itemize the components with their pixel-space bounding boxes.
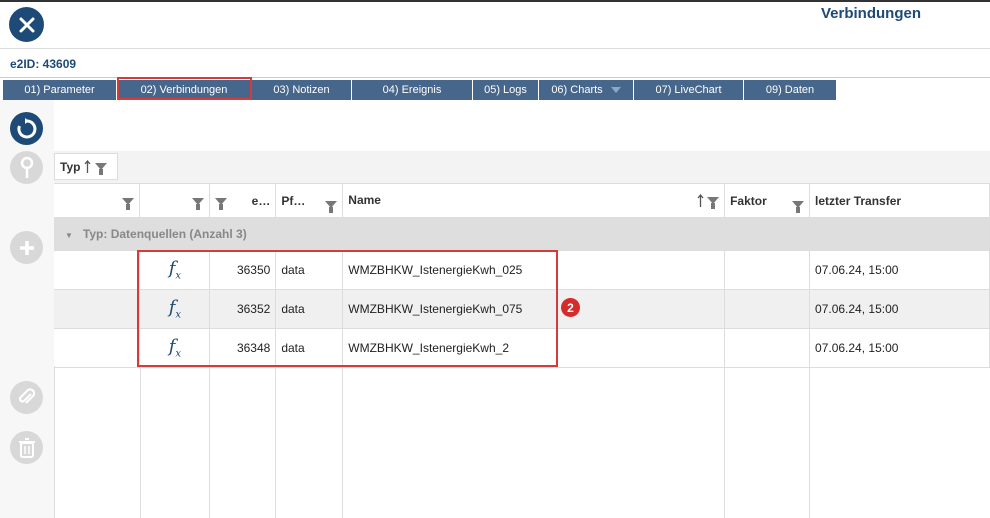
trash-icon bbox=[18, 437, 35, 458]
paperclip-icon bbox=[18, 387, 35, 404]
tab-label: 01) Parameter bbox=[24, 84, 95, 96]
tab-label: 03) Notizen bbox=[273, 84, 330, 96]
column-filler bbox=[343, 366, 725, 518]
tab-livechart[interactable]: 07) LiveChart bbox=[634, 80, 744, 100]
table-cell-transfer: 07.06.24, 15:00 bbox=[809, 289, 990, 329]
tab-logs[interactable]: 05) Logs bbox=[473, 80, 539, 100]
filter-icon[interactable] bbox=[95, 163, 108, 175]
tab-charts[interactable]: 06) Charts bbox=[539, 80, 634, 100]
plus-icon bbox=[19, 240, 34, 255]
column-header-transfer[interactable]: letzter Transfer bbox=[809, 183, 990, 218]
header-controls bbox=[697, 193, 720, 210]
group-by-panel: Typ bbox=[54, 151, 990, 183]
table-cell-faktor bbox=[724, 289, 811, 329]
divider bbox=[0, 48, 990, 49]
attach-button[interactable] bbox=[10, 381, 43, 414]
column-filler bbox=[210, 366, 276, 518]
column-header-name[interactable]: Name bbox=[342, 183, 726, 218]
column-header[interactable] bbox=[54, 183, 141, 218]
group-row-label: Typ: Datenquellen (Anzahl 3) bbox=[82, 227, 247, 241]
tab-label: 04) Ereignis bbox=[382, 84, 442, 96]
pin-button[interactable] bbox=[10, 151, 43, 184]
column-header-pf[interactable]: Pf… bbox=[275, 183, 344, 218]
column-header-label: letzter Transfer bbox=[815, 193, 902, 208]
column-header-label: e… bbox=[251, 193, 271, 208]
filter-icon[interactable] bbox=[707, 197, 720, 210]
column-filler bbox=[140, 366, 210, 518]
group-tag-label: Typ bbox=[60, 159, 81, 174]
annotation-badge-2: 2 bbox=[561, 298, 580, 317]
highlight-box-tab bbox=[117, 77, 252, 100]
e2id-label: e2ID: 43609 bbox=[10, 57, 77, 71]
sort-arrow-up-icon[interactable] bbox=[697, 193, 704, 208]
filter-icon[interactable] bbox=[192, 197, 205, 210]
add-button[interactable] bbox=[10, 231, 43, 264]
tab-ereignis[interactable]: 04) Ereignis bbox=[352, 80, 473, 100]
tab-label: 09) Daten bbox=[765, 84, 815, 96]
close-button[interactable] bbox=[9, 7, 44, 42]
column-header-label: Pf… bbox=[281, 193, 306, 208]
top-bar: Verbindungen bbox=[0, 0, 990, 48]
column-header-label: Name bbox=[348, 193, 381, 208]
group-tag-typ[interactable]: Typ bbox=[54, 153, 118, 180]
column-header-id[interactable]: e… bbox=[209, 183, 277, 218]
table-cell bbox=[54, 328, 141, 368]
tab-label: 05) Logs bbox=[484, 84, 527, 96]
tab-label: 07) LiveChart bbox=[655, 84, 722, 96]
refresh-button[interactable] bbox=[10, 112, 43, 145]
column-filler bbox=[54, 366, 141, 518]
tab-label: 06) Charts bbox=[551, 84, 603, 96]
table-cell-transfer: 07.06.24, 15:00 bbox=[809, 250, 990, 290]
filter-icon[interactable] bbox=[215, 197, 228, 210]
sort-arrow-up-icon[interactable] bbox=[84, 159, 91, 174]
column-header-faktor[interactable]: Faktor bbox=[724, 183, 811, 218]
table-cell-faktor bbox=[724, 250, 811, 290]
table-header-row: e… Pf… Name Faktor letzter Transfer bbox=[54, 183, 990, 218]
dropdown-caret-icon bbox=[610, 87, 621, 93]
close-icon bbox=[19, 17, 34, 32]
collapse-triangle-icon[interactable]: ▼ bbox=[65, 231, 73, 240]
highlight-box-rows bbox=[137, 250, 558, 367]
column-filler bbox=[725, 366, 810, 518]
column-header-label: Faktor bbox=[730, 193, 767, 208]
filter-icon[interactable] bbox=[325, 200, 338, 213]
page-title: Verbindungen bbox=[820, 5, 921, 22]
left-toolbar bbox=[0, 100, 54, 518]
group-row[interactable]: ▼ Typ: Datenquellen (Anzahl 3) bbox=[54, 217, 990, 251]
tab-notizen[interactable]: 03) Notizen bbox=[252, 80, 352, 100]
column-header[interactable] bbox=[139, 183, 211, 218]
refresh-icon bbox=[16, 117, 36, 138]
delete-button[interactable] bbox=[10, 431, 43, 464]
table-cell bbox=[54, 289, 141, 329]
pin-icon bbox=[20, 156, 33, 178]
table-cell bbox=[54, 250, 141, 290]
column-filler bbox=[276, 366, 343, 518]
table-cell-faktor bbox=[724, 328, 811, 368]
filter-icon[interactable] bbox=[792, 200, 805, 213]
tab-parameter[interactable]: 01) Parameter bbox=[3, 80, 117, 100]
filter-icon[interactable] bbox=[122, 197, 135, 210]
tab-daten[interactable]: 09) Daten bbox=[744, 80, 837, 100]
table-cell-transfer: 07.06.24, 15:00 bbox=[809, 328, 990, 368]
